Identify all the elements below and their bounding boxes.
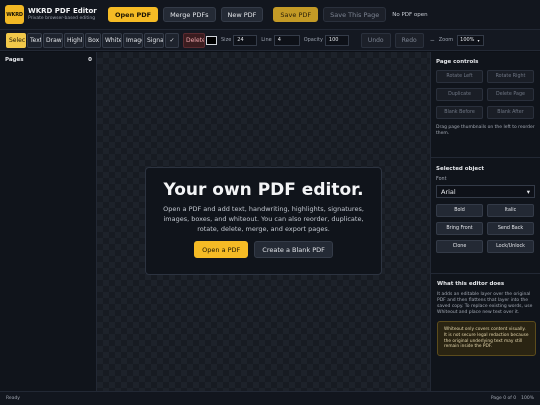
opacity-label: Opacity	[303, 37, 323, 43]
text-color-swatch[interactable]	[206, 35, 217, 45]
page-info: Page 0 of 0	[490, 396, 517, 401]
app-window: WKRD WKRD PDF Editor Private browser-bas…	[0, 0, 540, 405]
tool-whiteout[interactable]: Whiteout	[102, 32, 122, 48]
pages-title: Pages	[5, 57, 24, 63]
undo-button[interactable]: Undo	[360, 32, 391, 48]
bold-button[interactable]: Bold	[436, 204, 483, 217]
chevron-down-icon: ▾	[477, 37, 480, 43]
welcome-actions: Open a PDF Create a Blank PDF	[146, 241, 381, 258]
about-title: What this editor does	[437, 281, 505, 287]
zoom-status: 100%	[521, 396, 534, 401]
tools-toolbar: Select Text Draw Highlight Box Whiteout …	[0, 30, 540, 51]
tool-select[interactable]: Select	[6, 32, 26, 48]
status-right: Page 0 of 0 100%	[491, 396, 534, 401]
tool-text[interactable]: Text	[27, 32, 42, 48]
pages-sidebar: Pages 0	[0, 52, 97, 391]
zoom-out-icon[interactable]: −	[430, 37, 435, 44]
selected-object-title: Selected object	[436, 166, 484, 172]
new-pdf-button[interactable]: New PDF	[220, 7, 264, 22]
welcome-description: Open a PDF and add text, handwriting, hi…	[163, 205, 364, 233]
tool-draw[interactable]: Draw	[43, 32, 63, 48]
clone-button[interactable]: Clone	[436, 240, 483, 253]
page-controls-grid: Rotate Left Rotate Right Duplicate Delet…	[436, 70, 535, 119]
whiteout-warning: Whiteout only covers content visually. I…	[437, 321, 536, 357]
page-controls-title: Page controls	[436, 59, 479, 65]
app-logo: WKRD	[5, 5, 24, 24]
open-a-pdf-button[interactable]: Open a PDF	[194, 241, 249, 258]
blank-before-button[interactable]: Blank Before	[436, 106, 483, 119]
font-label: Font	[436, 177, 447, 182]
app-title: WKRD PDF Editor	[28, 7, 97, 15]
page-controls-note: Drag page thumbnails on the left to reor…	[436, 125, 535, 136]
welcome-title: Your own PDF editor.	[163, 180, 364, 200]
tool-box[interactable]: Box	[85, 32, 101, 48]
zoom-value: 100%	[460, 37, 475, 43]
blank-after-button[interactable]: Blank After	[487, 106, 534, 119]
tool-image[interactable]: Image	[123, 32, 143, 48]
create-blank-pdf-button[interactable]: Create a Blank PDF	[254, 241, 333, 258]
size-input[interactable]: 24	[233, 34, 258, 46]
tool-checkmark[interactable]: ✓	[165, 32, 179, 48]
save-this-page-button[interactable]: Save This Page	[323, 7, 387, 22]
open-pdf-button[interactable]: Open PDF	[108, 7, 159, 22]
bring-front-button[interactable]: Bring Front	[436, 222, 483, 235]
size-label: Size	[221, 37, 232, 43]
document-status: No PDF open	[392, 11, 428, 18]
top-header: WKRD WKRD PDF Editor Private browser-bas…	[0, 0, 540, 30]
opacity-input[interactable]: 100	[324, 34, 349, 46]
lock-unlock-button[interactable]: Lock/Unlock	[487, 240, 534, 253]
pages-count: 0	[88, 57, 92, 63]
pages-header: Pages 0	[0, 52, 96, 63]
line-label: Line	[261, 37, 272, 43]
duplicate-page-button[interactable]: Duplicate	[436, 88, 483, 101]
app-subtitle: Private browser-based editing	[28, 16, 96, 21]
brand: WKRD PDF Editor Private browser-based ed…	[28, 7, 103, 22]
merge-pdfs-button[interactable]: Merge PDFs	[163, 7, 216, 22]
rotate-left-button[interactable]: Rotate Left	[436, 70, 483, 83]
font-select[interactable]: Arial ▾	[436, 185, 535, 198]
object-actions-grid: Bold Italic Bring Front Send Back Clone …	[436, 204, 535, 253]
font-value: Arial	[441, 187, 456, 196]
send-back-button[interactable]: Send Back	[487, 222, 534, 235]
tool-signature[interactable]: Signature	[144, 32, 164, 48]
tool-highlight[interactable]: Highlight	[64, 32, 84, 48]
zoom-label: Zoom	[438, 37, 454, 43]
line-width-input[interactable]: 4	[273, 34, 300, 46]
save-pdf-button[interactable]: Save PDF	[273, 7, 319, 22]
zoom-select[interactable]: 100% ▾	[457, 34, 485, 46]
selected-object-section: Selected object Font Arial ▾ Bold Italic …	[431, 158, 540, 274]
redo-button[interactable]: Redo	[394, 32, 424, 48]
properties-sidebar: Page controls Rotate Left Rotate Right D…	[430, 52, 540, 391]
chevron-down-icon: ▾	[526, 187, 530, 196]
status-bar: Ready Page 0 of 0 100%	[0, 391, 540, 405]
italic-button[interactable]: Italic	[487, 204, 534, 217]
about-section: What this editor does It adds an editabl…	[431, 274, 540, 316]
rotate-right-button[interactable]: Rotate Right	[487, 70, 534, 83]
delete-object-button[interactable]: Delete Object	[183, 32, 205, 48]
status-text: Ready	[6, 396, 20, 401]
document-canvas[interactable]: Your own PDF editor. Open a PDF and add …	[97, 52, 430, 391]
page-controls-section: Page controls Rotate Left Rotate Right D…	[431, 52, 540, 158]
delete-page-button[interactable]: Delete Page	[487, 88, 534, 101]
welcome-card: Your own PDF editor. Open a PDF and add …	[145, 167, 382, 275]
about-text: It adds an editable layer over the origi…	[437, 292, 533, 315]
